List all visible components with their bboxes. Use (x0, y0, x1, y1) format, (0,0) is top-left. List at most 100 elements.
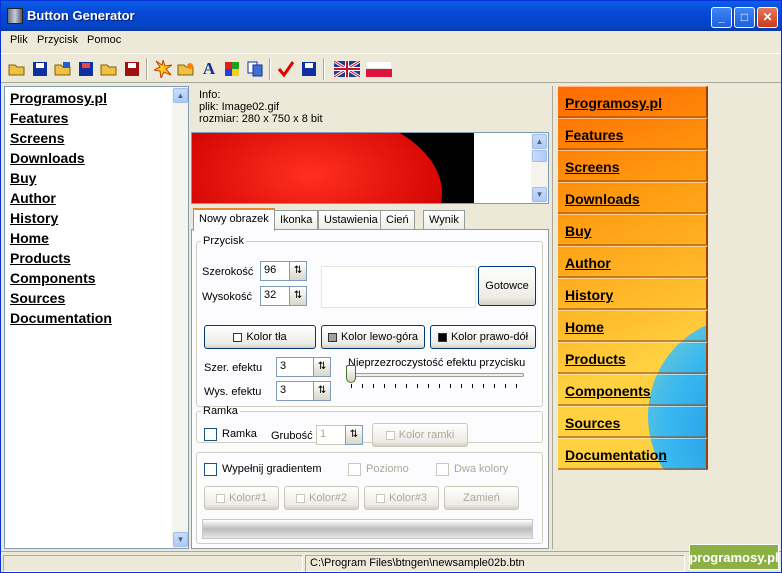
swatch-icon (233, 332, 243, 342)
tab-cien[interactable]: Cień (380, 210, 415, 230)
effect-width-spin-icon[interactable]: ⇅ (313, 357, 331, 377)
folder-effect-icon[interactable] (175, 58, 197, 80)
generated-button-label: Features (565, 127, 624, 143)
scroll-down-icon[interactable]: ▼ (173, 532, 188, 547)
button-label: Kolor lewo-góra (340, 331, 419, 343)
list-item[interactable]: Documentation (10, 309, 112, 329)
ramka-group: Ramka Ramka Grubość 1 ⇅ Kolor ramki (196, 405, 543, 447)
scroll-thumb[interactable] (532, 150, 547, 162)
minimize-button[interactable]: _ (711, 7, 732, 28)
english-flag-icon[interactable] (333, 58, 361, 80)
group-title: Ramka (203, 405, 238, 417)
status-path: C:\Program Files\btngen\newsample02b.btn (305, 555, 685, 572)
preview-scrollbar[interactable]: ▲ ▼ (531, 133, 548, 203)
list-item[interactable]: Programosy.pl (10, 89, 112, 109)
group-title: Przycisk (203, 235, 244, 247)
generated-button: Components (558, 374, 708, 406)
open-image-icon[interactable] (98, 58, 120, 80)
copy-icon[interactable] (244, 58, 266, 80)
menu-pomoc[interactable]: Pomoc (87, 34, 121, 46)
list-item[interactable]: Downloads (10, 149, 112, 169)
button-label: Kolor#2 (309, 492, 347, 504)
two-colors-checkbox-label: Dwa kolory (454, 463, 509, 475)
open-project-icon[interactable] (52, 58, 74, 80)
menu-bar: Plik Przycisk Pomoc (1, 31, 781, 51)
opacity-slider-thumb[interactable] (346, 365, 356, 383)
list-item[interactable]: Author (10, 189, 112, 209)
app-icon (7, 8, 23, 24)
color2-button[interactable]: Kolor#2 (284, 486, 359, 510)
swap-button[interactable]: Zamień (444, 486, 519, 510)
width-spin-icon[interactable]: ⇅ (289, 261, 307, 281)
przycisk-group: Przycisk Szerokość 96 ⇅ Wysokość 32 ⇅ Go… (196, 235, 543, 407)
color3-button[interactable]: Kolor#3 (364, 486, 439, 510)
width-input[interactable]: 96 (260, 261, 290, 281)
tab-nowy-obrazek[interactable]: Nowy obrazek (193, 208, 275, 231)
scroll-down-icon[interactable]: ▼ (532, 187, 547, 202)
list-item[interactable]: Sources (10, 289, 112, 309)
button-label: Kolor#1 (229, 492, 267, 504)
save-project-icon[interactable] (75, 58, 97, 80)
list-item[interactable]: Home (10, 229, 112, 249)
generated-button: Screens (558, 150, 708, 182)
polish-flag-icon[interactable] (365, 58, 393, 80)
scroll-up-icon[interactable]: ▲ (532, 134, 547, 149)
scroll-up-icon[interactable]: ▲ (173, 88, 188, 103)
save-image-icon[interactable] (121, 58, 143, 80)
horizontal-checkbox-label: Poziomo (366, 463, 409, 475)
font-icon[interactable]: A (198, 58, 220, 80)
effect-height-input[interactable]: 3 (276, 381, 314, 401)
gotowce-button[interactable]: Gotowce (478, 266, 536, 306)
br-color-button[interactable]: Kolor prawo-dół (430, 325, 536, 349)
height-spin-icon[interactable]: ⇅ (289, 286, 307, 306)
list-item[interactable]: Components (10, 269, 112, 289)
gradient-checkbox-label: Wypełnij gradientem (222, 463, 322, 475)
button-label: Kolor tła (246, 331, 287, 343)
thickness-input[interactable]: 1 (316, 425, 346, 445)
title-bar[interactable]: Button Generator _ □ ✕ (1, 1, 781, 31)
list-item[interactable]: History (10, 209, 112, 229)
list-item[interactable]: Products (10, 249, 112, 269)
left-scrollbar[interactable]: ▲ ▼ (172, 87, 188, 548)
thickness-spin-icon[interactable]: ⇅ (345, 425, 363, 445)
tl-color-button[interactable]: Kolor lewo-góra (321, 325, 425, 349)
swatch-icon (216, 493, 226, 503)
generated-button-label: Screens (565, 159, 620, 175)
menu-plik[interactable]: Plik (10, 34, 28, 46)
menu-przycisk[interactable]: Przycisk (37, 34, 78, 46)
effect-burst-icon[interactable] (152, 58, 174, 80)
list-item[interactable]: Features (10, 109, 112, 129)
generated-button-label: Documentation (565, 447, 667, 463)
color1-button[interactable]: Kolor#1 (204, 486, 279, 510)
ramka-checkbox[interactable] (204, 428, 217, 441)
checkmark-icon[interactable] (275, 58, 297, 80)
width-label: Szerokość (202, 266, 254, 278)
tab-ustawienia[interactable]: Ustawienia (318, 210, 384, 230)
list-item[interactable]: Screens (10, 129, 112, 149)
effect-width-input[interactable]: 3 (276, 357, 314, 377)
maximize-button[interactable]: □ (734, 7, 755, 28)
bg-color-button[interactable]: Kolor tła (204, 325, 316, 349)
effect-height-spin-icon[interactable]: ⇅ (313, 381, 331, 401)
button-label: Kolor ramki (398, 429, 455, 441)
list-item[interactable]: Buy (10, 169, 112, 189)
height-input[interactable]: 32 (260, 286, 290, 306)
swatch-icon (385, 430, 395, 440)
ramka-checkbox-label: Ramka (222, 428, 257, 440)
toolbar: A (1, 53, 781, 83)
tab-wynik[interactable]: Wynik (423, 210, 465, 230)
save-icon[interactable] (29, 58, 51, 80)
frame-color-button[interactable]: Kolor ramki (372, 423, 468, 447)
color-grid-icon[interactable] (221, 58, 243, 80)
opacity-slider[interactable] (348, 373, 524, 377)
open-folder-icon[interactable] (6, 58, 28, 80)
gradient-checkbox[interactable] (204, 463, 217, 476)
tab-ikonka[interactable]: Ikonka (274, 210, 319, 230)
status-bar: C:\Program Files\btngen\newsample02b.btn (1, 551, 781, 573)
generated-button-label: Programosy.pl (565, 95, 662, 111)
two-colors-checkbox[interactable] (436, 463, 449, 476)
close-button[interactable]: ✕ (757, 7, 778, 28)
save-result-icon[interactable] (298, 58, 320, 80)
horizontal-checkbox[interactable] (348, 463, 361, 476)
generated-buttons: Programosy.pl Features Screens Downloads… (558, 86, 708, 470)
